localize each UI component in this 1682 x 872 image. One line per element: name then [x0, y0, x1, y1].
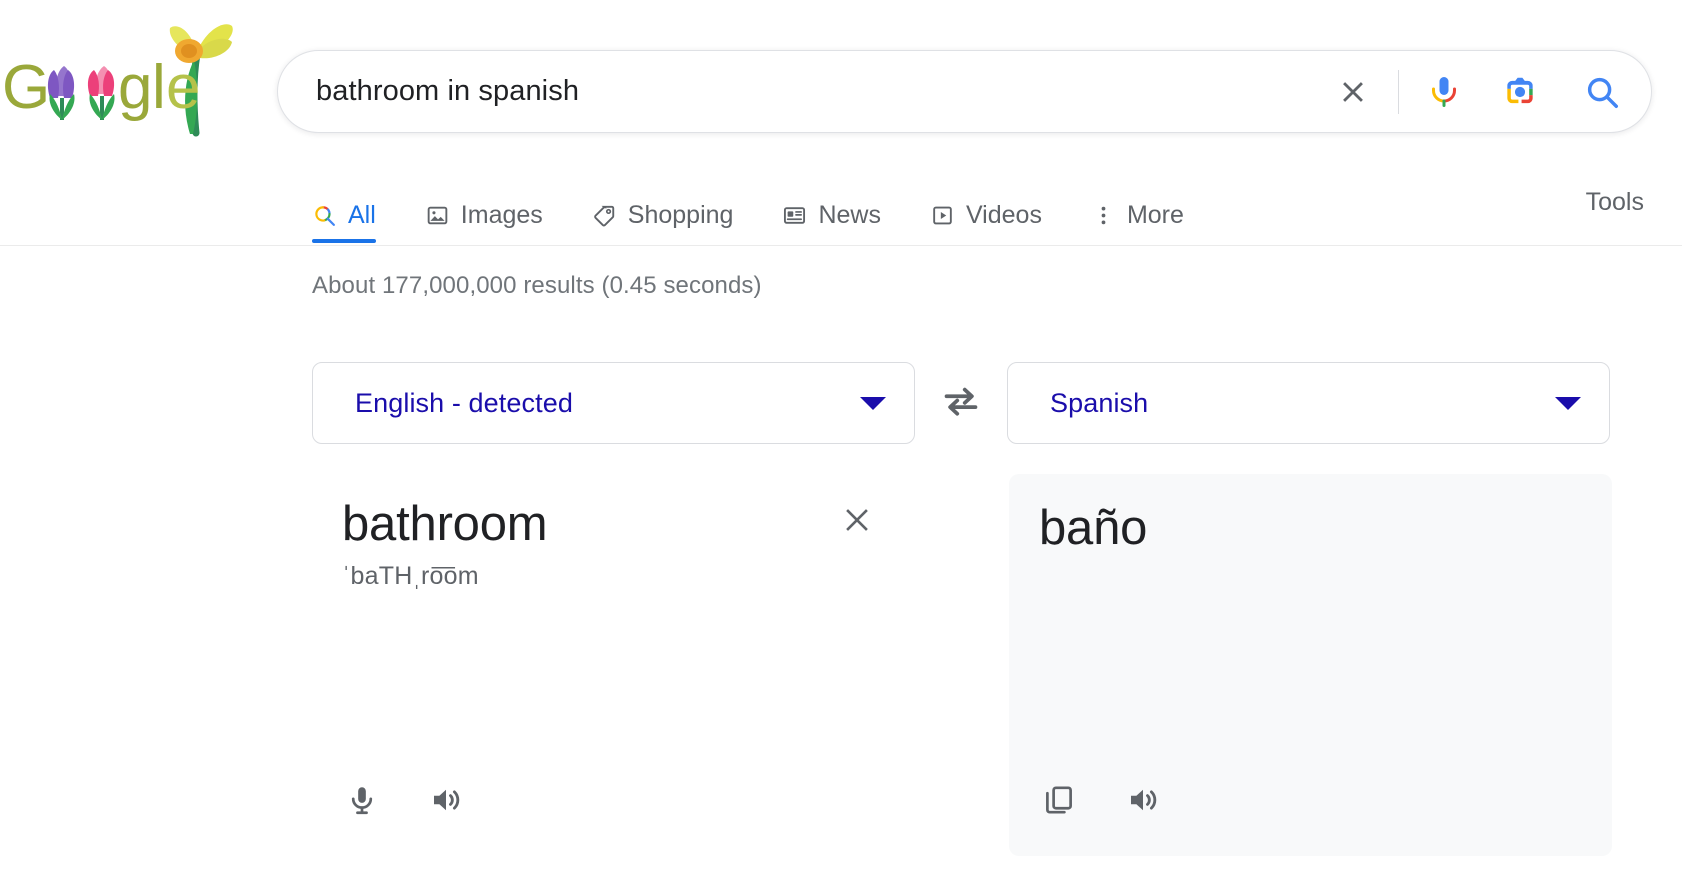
search-input[interactable]	[314, 74, 1330, 109]
language-selector-row: English - detected Spanish	[312, 362, 1612, 444]
svg-text:l: l	[152, 53, 165, 122]
chevron-down-icon	[1555, 396, 1581, 410]
speaker-icon	[1125, 782, 1161, 823]
microphone-icon	[345, 783, 379, 822]
tab-label: Videos	[965, 200, 1042, 229]
source-word: bathroom	[342, 497, 548, 551]
tab-label: More	[1126, 200, 1184, 229]
search-nav-tabs: All Images Shopping News Videos More Too…	[0, 176, 1682, 246]
newspaper-icon	[782, 203, 807, 228]
tab-videos[interactable]: Videos	[930, 176, 1042, 242]
copy-translation-button[interactable]	[1039, 782, 1079, 822]
image-icon	[425, 203, 450, 228]
tab-label: News	[818, 200, 881, 229]
tab-more[interactable]: More	[1091, 176, 1184, 242]
source-speaker-button[interactable]	[426, 782, 466, 822]
result-stats: About 177,000,000 results (0.45 seconds)	[312, 272, 762, 299]
target-actions	[1039, 782, 1163, 822]
translation-widget: English - detected Spanish bathroom ˈbaT…	[312, 362, 1612, 856]
source-phonetic: ˈbaTHˌro͞om	[342, 562, 479, 591]
video-play-icon	[930, 203, 955, 228]
microphone-icon[interactable]	[1421, 69, 1467, 115]
target-language-select[interactable]: Spanish	[1007, 362, 1610, 444]
search-bar[interactable]	[277, 50, 1652, 133]
close-icon[interactable]	[1330, 69, 1376, 115]
chevron-down-icon	[860, 396, 886, 410]
swap-languages-button[interactable]	[915, 384, 1007, 423]
source-language-select[interactable]: English - detected	[312, 362, 915, 444]
google-lens-camera-icon[interactable]	[1497, 69, 1543, 115]
tab-label: All	[348, 200, 376, 229]
svg-text:e: e	[166, 53, 199, 122]
clear-source-button[interactable]	[837, 500, 877, 540]
tab-images[interactable]: Images	[425, 176, 543, 242]
target-speaker-button[interactable]	[1123, 782, 1163, 822]
page-header: G g l e	[0, 0, 1682, 160]
google-doodle-logo[interactable]: G g l e	[0, 8, 240, 138]
copy-icon	[1042, 783, 1076, 822]
speaker-icon	[428, 782, 464, 823]
tools-button[interactable]: Tools	[1586, 176, 1644, 217]
search-divider	[1398, 69, 1399, 114]
target-word: baño	[1039, 501, 1148, 555]
tab-label: Images	[460, 200, 543, 229]
tag-icon	[592, 203, 617, 228]
source-actions	[342, 782, 466, 822]
target-text-panel[interactable]: baño	[1009, 474, 1612, 856]
source-text-panel[interactable]: bathroom ˈbaTHˌro͞om	[312, 474, 915, 856]
svg-text:g: g	[118, 53, 151, 122]
search-icon[interactable]	[1579, 69, 1625, 115]
vertical-dots-icon	[1091, 203, 1116, 228]
tab-label: Shopping	[627, 200, 734, 229]
tab-all[interactable]: All	[312, 176, 376, 243]
source-microphone-button[interactable]	[342, 782, 382, 822]
tab-news[interactable]: News	[782, 176, 881, 242]
close-icon	[837, 509, 877, 544]
source-language-label: English - detected	[355, 387, 573, 418]
target-language-label: Spanish	[1050, 387, 1149, 418]
search-icon	[312, 203, 337, 228]
tab-shopping[interactable]: Shopping	[592, 176, 734, 242]
swap-horizontal-icon	[940, 384, 982, 423]
translation-panels: bathroom ˈbaTHˌro͞om baño	[312, 474, 1612, 856]
svg-text:G: G	[2, 53, 49, 122]
